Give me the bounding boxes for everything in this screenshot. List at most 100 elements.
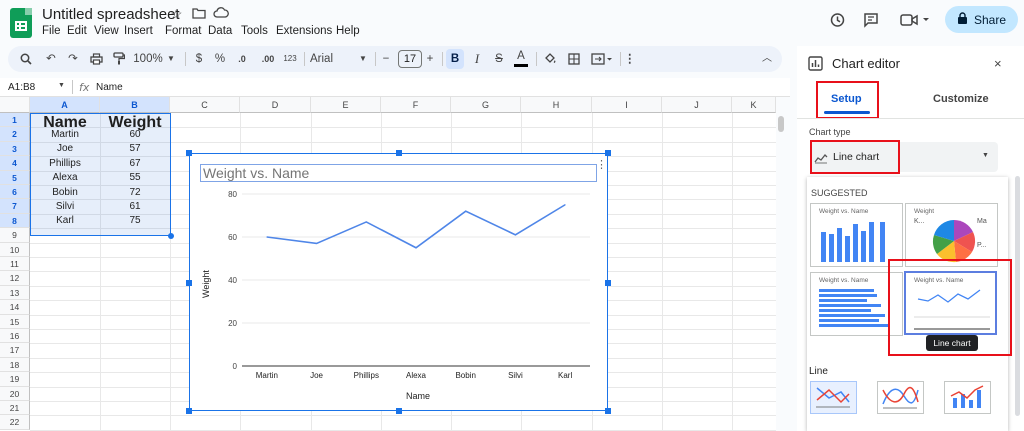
column-header[interactable]: K [732, 97, 776, 113]
row-header[interactable]: 15 [0, 314, 30, 329]
star-icon[interactable]: ☆ [170, 6, 183, 23]
menu-view[interactable]: View [94, 25, 119, 37]
column-header[interactable]: A [30, 97, 100, 113]
chart-menu-icon[interactable]: ⋮ [596, 158, 607, 171]
undo-icon[interactable]: ↶ [42, 46, 60, 72]
menu-file[interactable]: File [42, 25, 61, 37]
row-header[interactable]: 11 [0, 257, 30, 272]
data-cell[interactable]: 67 [100, 158, 170, 169]
menu-edit[interactable]: Edit [67, 25, 87, 37]
row-header[interactable]: 22 [0, 415, 30, 430]
menu-extensions[interactable]: Extensions [276, 25, 332, 37]
column-header[interactable]: F [381, 97, 451, 113]
data-cell[interactable]: Bobin [30, 187, 100, 198]
paint-format-icon[interactable] [109, 46, 129, 72]
series-line[interactable] [266, 204, 566, 249]
sheets-logo-icon[interactable] [10, 8, 32, 38]
bold-button[interactable]: B [446, 49, 464, 69]
column-header[interactable]: J [662, 97, 732, 113]
column-header[interactable]: I [592, 97, 662, 113]
column-header[interactable]: D [240, 97, 311, 113]
row-header[interactable]: 6 [0, 185, 30, 200]
menu-help[interactable]: Help [336, 25, 360, 37]
chart-title[interactable]: Weight vs. Name [200, 164, 597, 182]
panel-scrollbar[interactable] [1015, 176, 1020, 416]
smooth-line-chart-option[interactable] [877, 381, 924, 414]
font-size-input[interactable]: 17 [398, 50, 422, 68]
row-header[interactable]: 17 [0, 343, 30, 358]
document-title[interactable]: Untitled spreadsheet [42, 6, 180, 23]
data-cell[interactable]: 60 [100, 129, 170, 140]
tab-customize[interactable]: Customize [933, 93, 989, 105]
data-point[interactable] [365, 221, 367, 223]
collapse-toolbar-icon[interactable]: ︿ [760, 46, 774, 72]
suggested-column-chart[interactable]: Weight vs. Name [810, 203, 903, 267]
column-header[interactable]: B [100, 97, 170, 113]
menu-tools[interactable]: Tools [241, 25, 268, 37]
formula-input[interactable]: Name [96, 82, 123, 93]
combo-chart-option[interactable] [944, 381, 991, 414]
data-cell[interactable]: Alexa [30, 172, 100, 183]
row-header[interactable]: 4 [0, 156, 30, 171]
decrease-decimal-button[interactable]: .0 [233, 46, 251, 72]
line-chart-option[interactable] [810, 381, 857, 414]
comments-icon[interactable] [863, 12, 879, 33]
resize-handle[interactable] [605, 150, 611, 156]
menu-format[interactable]: Format [165, 25, 201, 37]
font-chevron-down-icon[interactable]: ▼ [358, 46, 368, 72]
data-cell[interactable]: Joe [30, 143, 100, 154]
data-cell[interactable]: 61 [100, 201, 170, 212]
zoom-chevron-down-icon[interactable]: ▼ [166, 46, 176, 72]
row-header[interactable]: 2 [0, 127, 30, 142]
row-header[interactable]: 20 [0, 386, 30, 401]
resize-handle[interactable] [186, 150, 192, 156]
column-header[interactable]: C [170, 97, 240, 113]
fill-color-icon[interactable] [542, 46, 558, 72]
zoom-select[interactable]: 100% [133, 46, 163, 72]
data-point[interactable] [514, 234, 516, 236]
data-point[interactable] [564, 204, 566, 206]
suggested-pie-chart[interactable]: Weight K... Ma P... [905, 203, 998, 267]
row-header[interactable]: 14 [0, 300, 30, 315]
row-header[interactable]: 12 [0, 271, 30, 286]
print-icon[interactable] [86, 46, 106, 72]
row-header[interactable]: 21 [0, 401, 30, 416]
search-menus-icon[interactable] [16, 46, 36, 72]
data-cell[interactable]: 75 [100, 215, 170, 226]
row-header[interactable]: 3 [0, 141, 30, 157]
row-header[interactable]: 18 [0, 357, 30, 373]
row-header[interactable]: 8 [0, 213, 30, 229]
history-icon[interactable] [829, 12, 845, 33]
row-header[interactable]: 19 [0, 372, 30, 387]
data-cell[interactable]: 57 [100, 143, 170, 154]
increase-decimal-button[interactable]: .00 [258, 46, 278, 72]
tab-setup[interactable]: Setup [831, 93, 862, 105]
text-color-button[interactable]: A [514, 46, 528, 67]
data-cell[interactable]: Martin [30, 129, 100, 140]
more-formats-button[interactable]: 123 [282, 46, 298, 72]
font-select[interactable]: Arial [310, 46, 340, 72]
chart-type-chevron-down-icon[interactable]: ▼ [982, 152, 989, 159]
row-header[interactable]: 1 [0, 113, 30, 128]
name-box[interactable]: A1:B8 [8, 82, 35, 93]
data-cell[interactable]: 72 [100, 187, 170, 198]
column-header[interactable]: H [521, 97, 592, 113]
fill-handle[interactable] [168, 233, 174, 239]
close-icon[interactable]: × [994, 56, 1002, 71]
select-all-corner[interactable] [0, 97, 30, 113]
vertical-scrollbar[interactable] [778, 116, 784, 132]
meet-video-icon[interactable] [900, 12, 930, 33]
redo-icon[interactable]: ↷ [64, 46, 82, 72]
more-options-icon[interactable]: ⋮ [624, 46, 636, 72]
italic-button[interactable]: I [470, 46, 484, 72]
data-cell[interactable]: Silvi [30, 201, 100, 212]
decrease-font-size-icon[interactable]: − [380, 46, 392, 72]
row-header[interactable]: 5 [0, 170, 30, 185]
data-cell[interactable]: Karl [30, 215, 100, 226]
move-folder-icon[interactable] [192, 6, 206, 22]
row-header[interactable]: 16 [0, 329, 30, 344]
merge-cells-icon[interactable] [590, 46, 614, 72]
column-header[interactable]: E [311, 97, 381, 113]
increase-font-size-icon[interactable]: + [424, 46, 436, 72]
column-header[interactable]: G [451, 97, 521, 113]
